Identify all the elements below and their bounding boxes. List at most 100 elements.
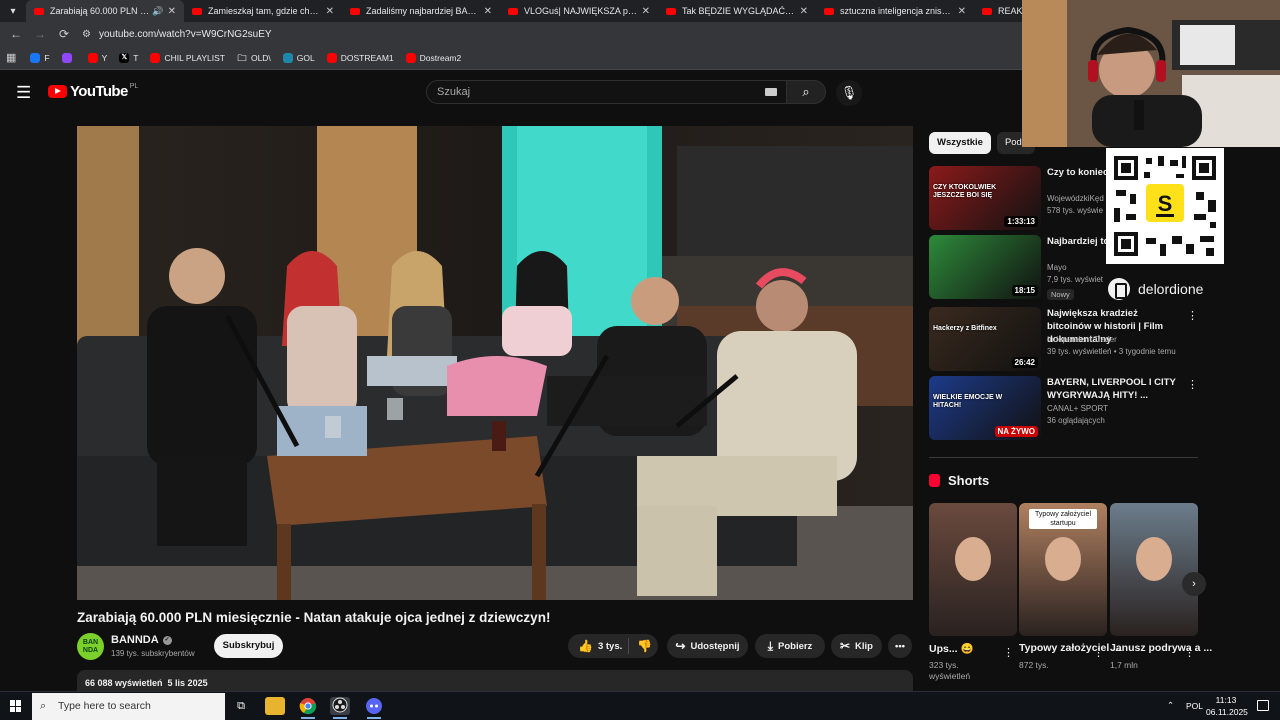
subscribe-button[interactable]: Subskrybuj bbox=[214, 634, 283, 658]
close-tab-icon[interactable]: ✕ bbox=[958, 6, 966, 17]
bookmark-item[interactable]: 🗀 OLD\ bbox=[236, 52, 271, 63]
channel-name-link[interactable]: BANNDA ✓ bbox=[111, 634, 172, 646]
video-player[interactable] bbox=[77, 126, 913, 600]
tab-search-button[interactable]: ▾ bbox=[0, 0, 26, 22]
dislike-button[interactable]: 👎 bbox=[629, 639, 652, 653]
video-duration: 1:33:13 bbox=[1004, 216, 1038, 227]
more-vertical-icon[interactable]: ⋮ bbox=[1187, 378, 1198, 391]
close-tab-icon[interactable]: ✕ bbox=[642, 6, 650, 17]
youtube-favicon-icon bbox=[350, 7, 360, 15]
chrome-logo bbox=[299, 698, 317, 715]
clock-time: 11:13 bbox=[1215, 695, 1237, 705]
bookmark-item[interactable]: DOSTREAM1 bbox=[326, 52, 394, 63]
apps-grid-icon[interactable]: ▦ bbox=[6, 51, 16, 64]
browser-tab[interactable]: Zadaliśmy najbardziej BANALN ✕ bbox=[342, 0, 500, 22]
bookmark-label: DOSTREAM1 bbox=[340, 52, 394, 63]
notification-center-icon[interactable] bbox=[1257, 700, 1269, 711]
menu-icon[interactable]: ☰ bbox=[16, 83, 31, 103]
youtube-icon bbox=[326, 52, 337, 63]
thumbs-up-icon: 👍 bbox=[578, 639, 593, 653]
bookmark-item[interactable]: Dostream2 bbox=[405, 52, 462, 63]
download-label: Pobierz bbox=[778, 640, 813, 652]
video-thumbnail[interactable]: WIELKIE EMOCJE W HITACH! NA ŻYWO bbox=[929, 376, 1041, 440]
more-vertical-icon[interactable]: ⋮ bbox=[1187, 309, 1198, 322]
more-vertical-icon[interactable]: ⋮ bbox=[1003, 646, 1014, 659]
share-button[interactable]: ↪ Udostępnij bbox=[667, 634, 748, 658]
back-icon[interactable]: ← bbox=[4, 27, 28, 41]
streamer-handle-badge: delordione bbox=[1104, 274, 1228, 304]
more-vertical-icon[interactable]: ⋮ bbox=[1093, 646, 1104, 659]
taskbar-search-input[interactable]: ⌕ Type here to search bbox=[32, 693, 225, 720]
like-dislike-group: 👍 3 tys. 👎 bbox=[568, 634, 658, 658]
task-view-icon[interactable]: ⧉ bbox=[231, 697, 251, 715]
video-thumbnail[interactable]: CZY KTOKOLWIEK JESZCZE BOI SIĘ 1:33:13 bbox=[929, 166, 1041, 230]
more-actions-button[interactable]: ••• bbox=[888, 634, 912, 658]
download-button[interactable]: ⤓ Pobierz bbox=[755, 634, 825, 658]
new-badge: Nowy bbox=[1047, 289, 1074, 300]
bookmark-item[interactable]: Y bbox=[87, 52, 107, 63]
recommended-video[interactable]: WIELKIE EMOCJE W HITACH! NA ŻYWO BAYERN, L… bbox=[929, 376, 1199, 442]
forward-icon[interactable]: → bbox=[28, 27, 52, 41]
tab-title: Zamieszkaj tam, gdzie chcesz i bbox=[208, 6, 322, 16]
browser-tab[interactable]: Tak BĘDZIE WYGLĄDAĆ POLSK ✕ bbox=[658, 0, 816, 22]
more-vertical-icon[interactable]: ⋮ bbox=[1184, 646, 1195, 659]
site-settings-icon[interactable]: ⚙ bbox=[82, 29, 91, 40]
tray-overflow-icon[interactable]: ⌃ bbox=[1167, 700, 1174, 711]
phone-icon bbox=[1108, 278, 1130, 300]
discord-icon[interactable] bbox=[364, 697, 384, 719]
subscriber-count: 139 tys. subskrybentów bbox=[111, 649, 195, 658]
thumbnail-caption: CZY KTOKOLWIEK JESZCZE BOI SIĘ bbox=[933, 184, 997, 199]
browser-tab[interactable]: VLOGuś| NAJWIĘKSZA parada ✕ bbox=[500, 0, 658, 22]
search-button[interactable]: ⌕ bbox=[786, 80, 826, 104]
speaker-icon[interactable]: 🔊 bbox=[152, 6, 163, 17]
url-field[interactable]: ⚙ youtube.com/watch?v=W9CrNG2suEY bbox=[82, 29, 272, 40]
country-code: PL bbox=[129, 83, 139, 90]
windows-start-icon[interactable] bbox=[10, 700, 22, 712]
language-indicator[interactable]: POL bbox=[1186, 701, 1203, 711]
clip-button[interactable]: ✂ Klip bbox=[831, 634, 882, 658]
close-tab-icon[interactable]: ✕ bbox=[800, 6, 808, 17]
bookmark-item[interactable] bbox=[61, 52, 76, 63]
recommended-video[interactable]: Hackerzy z Bitfinex 26:42 Największa kradz… bbox=[929, 307, 1199, 373]
channel-avatar-text: BAN NDA bbox=[82, 639, 99, 654]
description-box[interactable]: 66 088 wyświetleń 5 lis 2025 bbox=[77, 670, 913, 692]
video-thumbnail[interactable]: Hackerzy z Bitfinex 26:42 bbox=[929, 307, 1041, 371]
bookmark-item[interactable]: CHIL PLAYLIST bbox=[150, 52, 225, 63]
close-tab-icon[interactable]: ✕ bbox=[168, 6, 176, 17]
tab-title: Zadaliśmy najbardziej BANALN bbox=[366, 6, 480, 16]
file-explorer-icon[interactable] bbox=[265, 697, 285, 715]
close-tab-icon[interactable]: ✕ bbox=[484, 6, 492, 17]
bookmark-item[interactable]: GOL bbox=[282, 52, 315, 63]
browser-tab[interactable]: Zarabiają 60.000 PLN mies 🔊 ✕ bbox=[26, 0, 184, 22]
bookmark-item[interactable]: 𝕏T bbox=[119, 52, 138, 63]
keyboard-icon[interactable] bbox=[765, 88, 777, 96]
channel-avatar[interactable]: BAN NDA bbox=[77, 633, 104, 660]
chrome-icon[interactable] bbox=[298, 697, 318, 719]
short-thumbnail[interactable] bbox=[929, 503, 1017, 636]
tab-title: Tak BĘDZIE WYGLĄDAĆ POLSK bbox=[682, 6, 796, 16]
short-thumbnail[interactable] bbox=[1110, 503, 1198, 636]
browser-tab[interactable]: sztuczna inteligencja zniszczy ✕ bbox=[816, 0, 974, 22]
shorts-next-button[interactable]: › bbox=[1182, 572, 1206, 596]
search-input[interactable]: Szukaj bbox=[426, 80, 788, 104]
shorts-title: Shorts bbox=[948, 473, 990, 488]
webcam-overlay bbox=[1022, 0, 1280, 147]
discord-logo bbox=[366, 698, 382, 714]
video-thumbnail[interactable]: 18:15 bbox=[929, 235, 1041, 299]
channel-name: Independent Trader bbox=[1047, 335, 1117, 344]
youtube-logo[interactable]: YouTube PL bbox=[48, 83, 138, 100]
close-tab-icon[interactable]: ✕ bbox=[326, 6, 334, 17]
obs-icon[interactable] bbox=[330, 697, 350, 719]
like-button[interactable]: 👍 3 tys. bbox=[568, 638, 629, 654]
voice-search-button[interactable]: 🎙 bbox=[836, 80, 862, 106]
shorts-icon bbox=[929, 474, 940, 487]
chip-all[interactable]: Wszystkie bbox=[929, 132, 991, 154]
bookmark-label: Dostream2 bbox=[419, 52, 462, 63]
short-thumbnail[interactable]: Typowy założyciel startupu bbox=[1019, 503, 1107, 636]
browser-tab[interactable]: Zamieszkaj tam, gdzie chcesz i ✕ bbox=[184, 0, 342, 22]
taskbar-clock[interactable]: 11:13 06.11.2025 bbox=[1206, 694, 1248, 718]
verified-icon: ✓ bbox=[162, 635, 172, 645]
bookmark-item[interactable]: F bbox=[30, 52, 50, 63]
reload-icon[interactable]: ⟳ bbox=[52, 27, 76, 41]
youtube-favicon-icon bbox=[508, 7, 518, 15]
